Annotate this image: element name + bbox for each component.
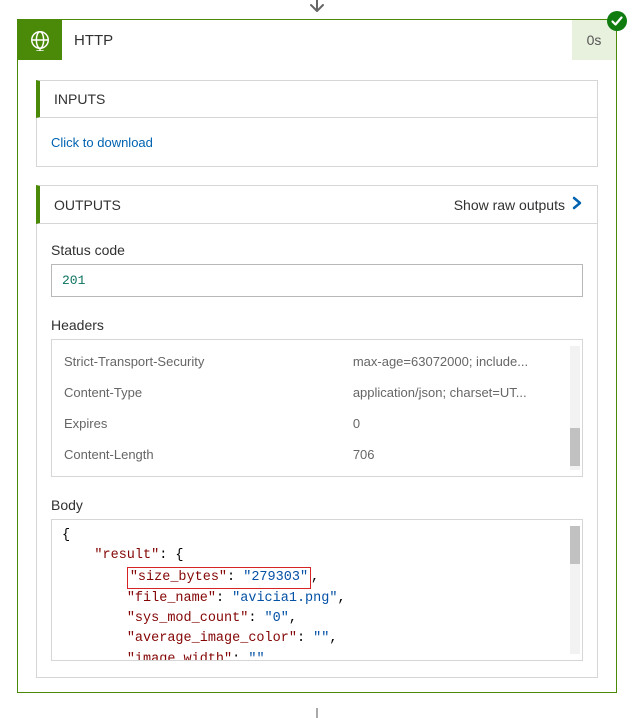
header-value: 706 bbox=[353, 447, 562, 462]
headers-label: Headers bbox=[51, 317, 583, 333]
json-line: "file_name": "avicia1.png", bbox=[62, 589, 572, 609]
action-title: HTTP bbox=[62, 20, 572, 60]
inputs-label: INPUTS bbox=[54, 91, 105, 107]
header-value: application/json; charset=UT... bbox=[353, 385, 562, 400]
highlighted-fragment: "size_bytes": "279303" bbox=[127, 567, 311, 589]
outputs-section: OUTPUTS Show raw outputs Status code 201… bbox=[36, 185, 598, 678]
scrollbar-thumb[interactable] bbox=[570, 526, 580, 564]
inputs-body: Click to download bbox=[36, 118, 598, 167]
headers-table: Strict-Transport-Securitymax-age=6307200… bbox=[51, 339, 583, 477]
outputs-body: Status code 201 Headers Strict-Transport… bbox=[36, 224, 598, 678]
flow-connector bbox=[316, 708, 318, 718]
json-line: "result": { bbox=[62, 546, 572, 566]
body-json-box: { "result": { "size_bytes": "279303", "f… bbox=[51, 519, 583, 661]
header-value: max-age=63072000; include... bbox=[353, 354, 562, 369]
json-line: "image_width": "", bbox=[62, 650, 572, 662]
download-inputs-link[interactable]: Click to download bbox=[51, 135, 153, 150]
http-action-card: HTTP 0s INPUTS Click to download OUTPUTS… bbox=[17, 19, 617, 693]
header-key: Strict-Transport-Security bbox=[64, 354, 353, 369]
json-line: "size_bytes": "279303", bbox=[62, 567, 572, 589]
json-line: "sys_mod_count": "0", bbox=[62, 609, 572, 629]
inputs-section: INPUTS Click to download bbox=[36, 80, 598, 167]
header-key: Content-Type bbox=[64, 385, 353, 400]
header-key: Expires bbox=[64, 416, 353, 431]
outputs-label: OUTPUTS bbox=[54, 197, 121, 213]
inputs-header: INPUTS bbox=[36, 80, 598, 118]
flow-arrow-down-icon bbox=[306, 0, 328, 19]
header-row: Content-Length706 bbox=[52, 439, 582, 470]
show-raw-outputs-link[interactable]: Show raw outputs bbox=[454, 196, 583, 213]
header-row: Content-Typeapplication/json; charset=UT… bbox=[52, 377, 582, 408]
header-row: Strict-Transport-Securitymax-age=6307200… bbox=[52, 346, 582, 377]
header-key: Content-Length bbox=[64, 447, 353, 462]
success-check-icon bbox=[607, 11, 627, 31]
status-code-value: 201 bbox=[51, 264, 583, 297]
json-line: { bbox=[62, 526, 572, 546]
raw-outputs-text: Show raw outputs bbox=[454, 197, 565, 213]
chevron-right-icon bbox=[571, 196, 583, 213]
outputs-header: OUTPUTS Show raw outputs bbox=[36, 185, 598, 224]
header-value: 0 bbox=[353, 416, 562, 431]
scrollbar-thumb[interactable] bbox=[570, 428, 580, 466]
body-label: Body bbox=[51, 497, 583, 513]
header-row: Expires0 bbox=[52, 408, 582, 439]
json-line: "average_image_color": "", bbox=[62, 629, 572, 649]
status-code-label: Status code bbox=[51, 242, 583, 258]
globe-network-icon bbox=[18, 20, 62, 60]
action-header[interactable]: HTTP 0s bbox=[18, 20, 616, 60]
